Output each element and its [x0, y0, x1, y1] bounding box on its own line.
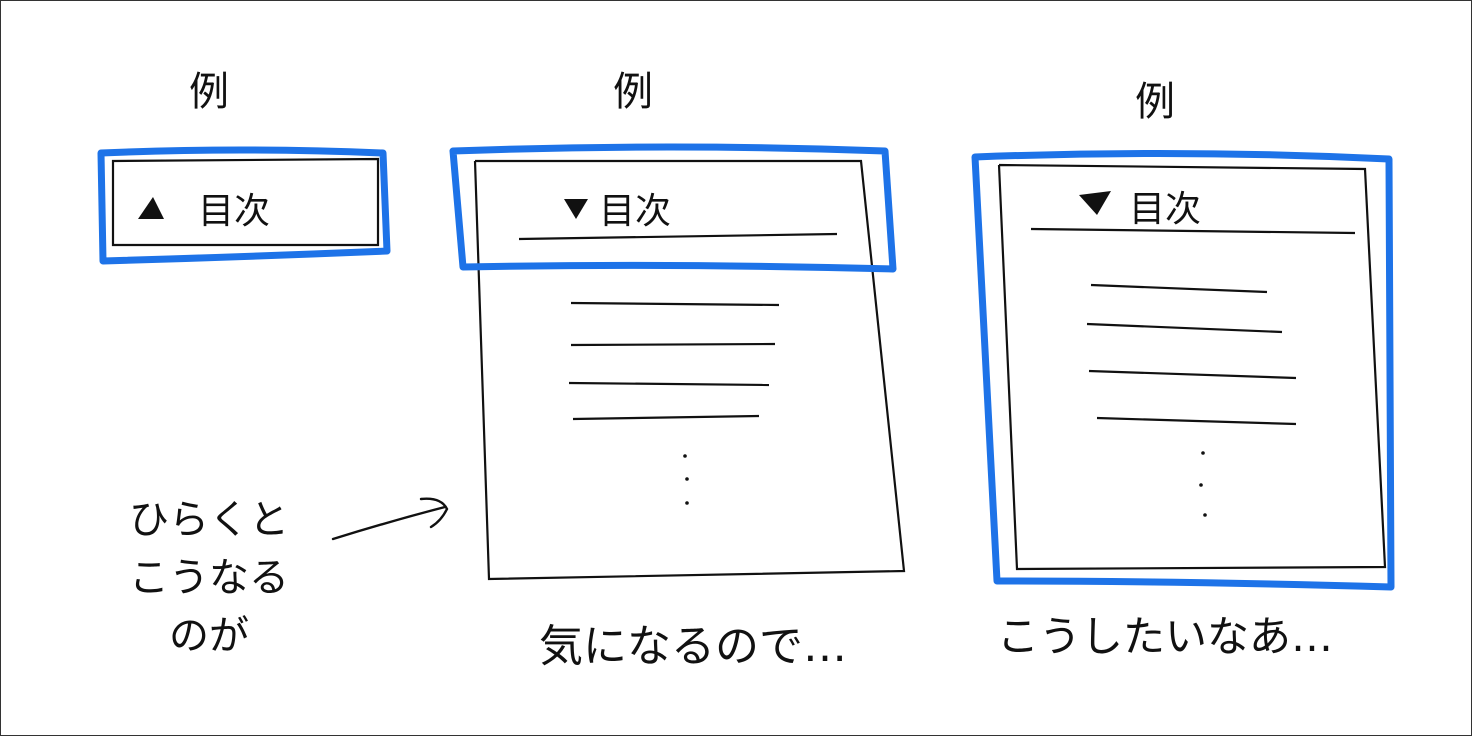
- sketch-canvas: 例 目次 例 目次 気になるので… 例 目次 こうしたいなあ… ひらくと こうな…: [0, 0, 1472, 736]
- toc-entry-line: [572, 414, 760, 421]
- toc-entry-line: [1090, 283, 1268, 294]
- ellipsis-dots: [683, 454, 689, 505]
- panel-collapsed: 例 目次: [97, 69, 391, 265]
- panel-heading: 例: [189, 69, 229, 115]
- toc-frame: [473, 159, 906, 581]
- highlight-box: [449, 143, 897, 273]
- note-line-3: のが: [169, 613, 249, 659]
- toc-header-divider: [518, 232, 838, 241]
- toc-entry-line: [570, 301, 780, 307]
- toc-title: 目次: [1129, 189, 1201, 230]
- toc-title: 目次: [198, 191, 270, 232]
- panel-caption: 気になるので…: [539, 621, 847, 672]
- panel-heading: 例: [1135, 79, 1175, 125]
- sketch-svg: 例 目次 例 目次 気になるので… 例 目次 こうしたいなあ… ひらくと こうな…: [97, 69, 1395, 672]
- panel-caption: こうしたいなあ…: [997, 612, 1333, 661]
- toc-title: 目次: [599, 191, 671, 232]
- triangle-icon[interactable]: [138, 197, 164, 219]
- toc-entry-line: [570, 342, 776, 347]
- toc-entry-line: [1096, 416, 1297, 426]
- toc-entries: [1086, 283, 1297, 426]
- arrow-right-icon: [331, 497, 449, 541]
- toc-entry-line: [1086, 322, 1283, 334]
- triangle-icon[interactable]: [564, 199, 588, 219]
- triangle-icon[interactable]: [1079, 191, 1111, 215]
- toc-entry-line: [1088, 369, 1297, 380]
- note-line-1: ひらくと: [129, 497, 289, 543]
- note-line-2: こうなる: [129, 555, 289, 601]
- toc-entry-line: [568, 381, 770, 387]
- note-annotation: ひらくと こうなる のが: [129, 497, 449, 659]
- panel-expanded-desired: 例 目次 こうしたいなあ…: [971, 79, 1395, 661]
- panel-heading: 例: [613, 69, 653, 115]
- toc-entries: [568, 301, 780, 421]
- panel-expanded-current: 例 目次 気になるので…: [449, 69, 906, 672]
- ellipsis-dots: [1199, 451, 1207, 517]
